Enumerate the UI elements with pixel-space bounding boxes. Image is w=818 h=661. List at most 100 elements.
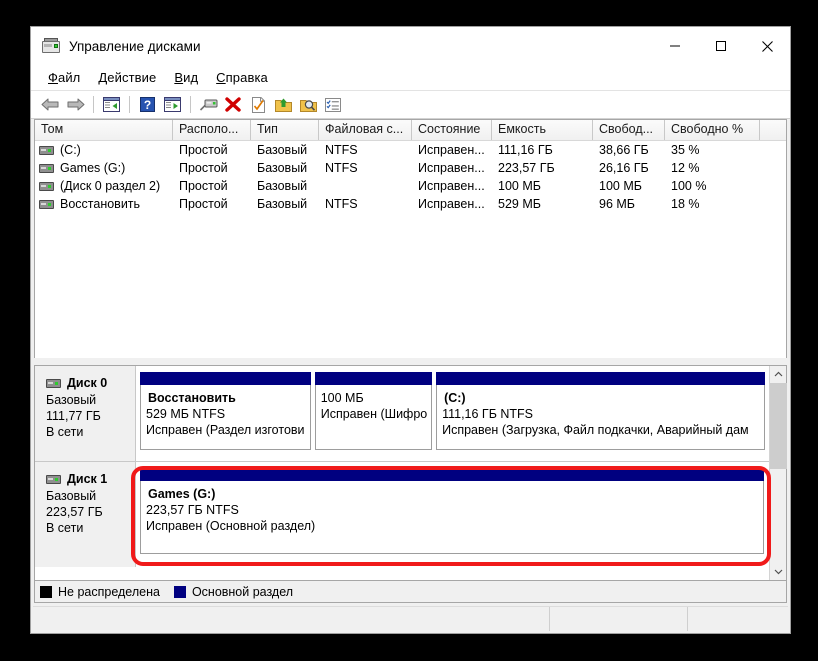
maximize-button[interactable] [698,27,744,65]
cell-filesystem: NTFS [319,195,412,213]
help-icon[interactable]: ? [135,94,159,116]
column-header-volume[interactable]: Том [35,120,173,140]
menu-help-rest: правка [226,70,268,85]
partition-details: Восстановить 529 МБ NTFS Исправен (Разде… [140,385,311,450]
partition-details: 100 МБ Исправен (Шифро [315,385,432,450]
properties-icon[interactable] [246,94,270,116]
minimize-button[interactable] [652,27,698,65]
menu-help[interactable]: Справка [208,68,278,87]
task-list-icon[interactable] [321,94,345,116]
table-row[interactable]: Games (G:) Простой Базовый NTFS Исправен… [35,159,786,177]
partition-status: Исправен (Основной раздел) [146,518,763,534]
legend-label-primary: Основной раздел [192,585,293,599]
legend-label-unallocated: Не распределена [58,585,160,599]
disk-title: Диск 1 [46,471,135,487]
scroll-up-icon[interactable] [770,366,786,383]
disk-title: Диск 0 [46,375,135,391]
cell-status: Исправен... [412,195,492,213]
cell-free-percent: 100 % [665,177,760,195]
disk-icon [46,475,61,484]
disk-view-scrollbar[interactable] [769,366,786,580]
cell-type: Базовый [251,141,319,159]
back-arrow-icon[interactable] [38,94,62,116]
legend-swatch-unallocated [40,586,52,598]
partition-block[interactable]: (C:) 111,16 ГБ NTFS Исправен (Загрузка, … [436,372,765,450]
partition-block[interactable]: Восстановить 529 МБ NTFS Исправен (Разде… [140,372,311,450]
cell-capacity: 111,16 ГБ [492,141,593,159]
status-bar [33,606,788,631]
cell-layout: Простой [173,159,251,177]
cell-type: Базовый [251,159,319,177]
cell-volume: (Диск 0 раздел 2) [35,177,173,195]
cell-layout: Простой [173,195,251,213]
column-header-capacity[interactable]: Емкость [492,120,593,140]
legend: Не распределена Основной раздел [34,581,787,603]
cell-free-percent: 12 % [665,159,760,177]
pane-splitter[interactable] [31,358,790,365]
screenshot-root: Управление дисками Файл Действие Вид Спр… [0,0,818,661]
cell-type: Базовый [251,195,319,213]
column-header-type[interactable]: Тип [251,120,319,140]
window-title: Управление дисками [69,39,201,54]
partition-size: 223,57 ГБ NTFS [146,502,763,518]
column-header-layout[interactable]: Располо... [173,120,251,140]
show-hide-console-tree-icon[interactable] [99,94,123,116]
rescan-disks-icon[interactable] [196,94,220,116]
cell-status: Исправен... [412,177,492,195]
disk-info-panel[interactable]: Диск 1 Базовый 223,57 ГБ В сети [35,462,136,567]
table-row[interactable]: (C:) Простой Базовый NTFS Исправен... 11… [35,141,786,159]
toolbar-separator [190,96,191,113]
cell-filesystem: NTFS [319,159,412,177]
table-row[interactable]: (Диск 0 раздел 2) Простой Базовый Исправ… [35,177,786,195]
cell-free-percent: 18 % [665,195,760,213]
disk-partitions: Восстановить 529 МБ NTFS Исправен (Разде… [136,366,769,461]
scrollbar-thumb[interactable] [770,383,787,469]
disk-row[interactable]: Диск 1 Базовый 223,57 ГБ В сети Games (G… [35,462,769,567]
volume-icon [39,164,54,173]
cell-layout: Простой [173,177,251,195]
cell-volume-label: (Диск 0 раздел 2) [60,177,160,195]
partition-status: Исправен (Раздел изготови [146,422,310,438]
menu-file-rest: айл [58,70,80,85]
column-header-status[interactable]: Состояние [412,120,492,140]
column-header-free-percent[interactable]: Свободно % [665,120,760,140]
partition-color-bar [436,372,765,385]
find-icon[interactable] [296,94,320,116]
cell-filesystem: NTFS [319,141,412,159]
disk-name: Диск 0 [67,375,107,391]
cell-type: Базовый [251,177,319,195]
cell-free: 96 МБ [593,195,665,213]
volume-icon [39,200,54,209]
column-header-filesystem[interactable]: Файловая с... [319,120,412,140]
delete-icon[interactable] [221,94,245,116]
partition-color-bar [140,468,764,481]
scroll-down-icon[interactable] [770,563,786,580]
menu-action[interactable]: Действие [90,68,166,87]
disk-graphic-scroll-area: Диск 0 Базовый 111,77 ГБ В сети Восстано… [35,366,769,580]
column-header-free[interactable]: Свобод... [593,120,665,140]
volume-list: Том Располо... Тип Файловая с... Состоян… [34,119,787,358]
export-list-icon[interactable] [271,94,295,116]
disk-icon [46,379,61,388]
menu-file[interactable]: Файл [40,68,90,87]
disk-type: Базовый [46,488,135,504]
volume-icon [39,146,54,155]
forward-arrow-icon[interactable] [63,94,87,116]
disk-row[interactable]: Диск 0 Базовый 111,77 ГБ В сети Восстано… [35,366,769,462]
scrollbar-track[interactable] [770,383,786,563]
cell-free: 38,66 ГБ [593,141,665,159]
status-pane-3 [688,607,788,631]
disk-state: В сети [46,424,135,440]
table-row[interactable]: Восстановить Простой Базовый NTFS Исправ… [35,195,786,213]
cell-free: 26,16 ГБ [593,159,665,177]
cell-capacity: 223,57 ГБ [492,159,593,177]
title-bar: Управление дисками [31,27,790,65]
partition-block[interactable]: 100 МБ Исправен (Шифро [315,372,432,450]
disk-info-panel[interactable]: Диск 0 Базовый 111,77 ГБ В сети [35,366,136,461]
menu-view[interactable]: Вид [166,68,208,87]
show-hide-action-pane-icon[interactable] [160,94,184,116]
column-header-spacer[interactable] [760,120,786,140]
partition-size: 111,16 ГБ NTFS [442,406,764,422]
close-button[interactable] [744,27,790,65]
partition-block[interactable]: Games (G:) 223,57 ГБ NTFS Исправен (Осно… [140,468,764,554]
